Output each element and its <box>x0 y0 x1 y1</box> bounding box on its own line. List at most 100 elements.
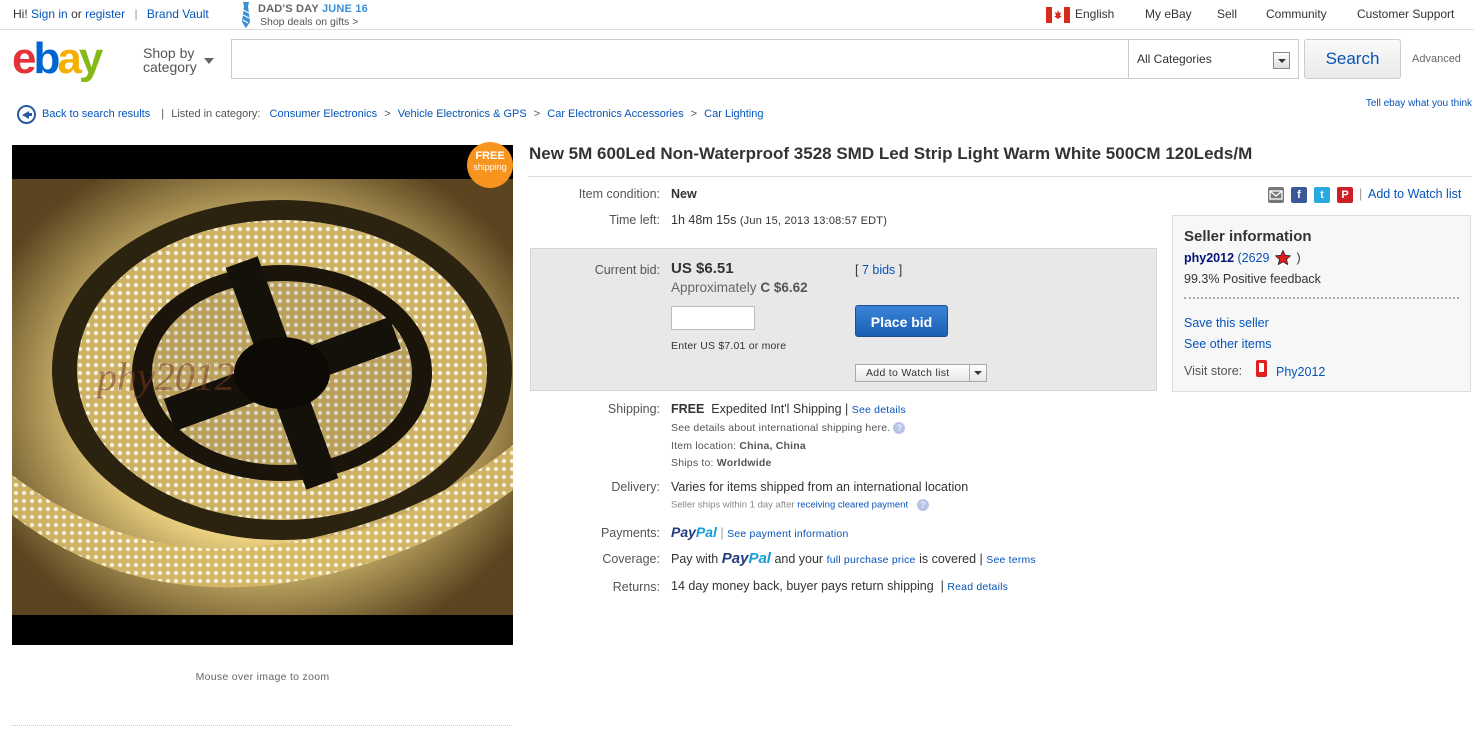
facebook-icon[interactable]: f <box>1291 187 1307 203</box>
category-select[interactable]: All Categories <box>1128 39 1299 79</box>
promo-subtitle: Shop deals on gifts > <box>260 16 359 28</box>
svg-text:ebay: ebay <box>12 35 104 83</box>
community-link[interactable]: Community <box>1266 7 1327 21</box>
shipping-details-link[interactable]: See details <box>852 404 906 416</box>
search-button[interactable]: Search <box>1304 39 1401 79</box>
back-to-results-link[interactable]: Back to search results <box>42 108 150 120</box>
breadcrumb-item-consumer-electronics[interactable]: Consumer Electronics <box>270 108 378 120</box>
image-watermark: phy2012 <box>94 354 235 399</box>
current-bid-label: Current bid: <box>594 263 660 277</box>
item-location-value: China, China <box>739 440 806 452</box>
greeting: Hi! Sign in or register | Brand Vault <box>13 7 209 21</box>
store-icon <box>1256 360 1267 377</box>
promo-title-text: DAD'S DAY <box>258 3 319 15</box>
paypal-logo-pal: Pal <box>695 524 717 540</box>
necktie-icon <box>242 2 250 28</box>
seller-name-link[interactable]: phy2012 <box>1184 251 1234 265</box>
led-strip-reel-image: phy2012 <box>12 145 513 645</box>
pinterest-icon[interactable]: P <box>1337 187 1353 203</box>
or-text: or <box>71 7 82 21</box>
product-image[interactable]: phy2012 <box>12 145 513 645</box>
back-arrow-icon[interactable] <box>17 105 36 124</box>
see-other-items-link[interactable]: See other items <box>1184 337 1272 351</box>
breadcrumb-row: Back to search results | Listed in categ… <box>42 108 764 120</box>
paypal-logo: PayPal <box>671 524 717 540</box>
listed-in-label: Listed in category: <box>171 108 261 120</box>
coverage-value: Pay with PayPal and your full purchase p… <box>671 550 1036 567</box>
sell-link[interactable]: Sell <box>1217 7 1237 21</box>
zoom-note: Mouse over image to zoom <box>195 671 330 683</box>
payment-info-link[interactable]: See payment information <box>727 528 848 540</box>
chevron-down-icon <box>204 58 214 64</box>
language-link[interactable]: English <box>1075 7 1114 21</box>
breadcrumb-item-car-electronics-accessories[interactable]: Car Electronics Accessories <box>547 108 683 120</box>
bid-amount-input[interactable] <box>671 306 755 330</box>
brand-vault-link[interactable]: Brand Vault <box>147 7 209 21</box>
paypal-logo-pay: Pay <box>671 524 696 540</box>
ships-to-label: Ships to: <box>671 457 714 469</box>
place-bid-button[interactable]: Place bid <box>855 305 948 337</box>
chevron-down-icon[interactable] <box>969 365 986 381</box>
is-covered-text: is covered | <box>919 552 983 566</box>
full-purchase-price-link[interactable]: full purchase price <box>827 554 916 566</box>
divider <box>1184 297 1459 299</box>
twitter-icon[interactable]: t <box>1314 187 1330 203</box>
feedback-link[interactable]: Tell ebay what you think <box>1366 98 1472 109</box>
breadcrumb-item-car-lighting[interactable]: Car Lighting <box>704 108 763 120</box>
current-bid-value: US $6.51 <box>671 260 734 277</box>
greeting-text: Hi! <box>13 7 28 21</box>
intl-shipping-text: See details about international shipping… <box>671 422 891 434</box>
returns-label: Returns: <box>612 580 660 594</box>
bid-history-link[interactable]: 7 bids <box>862 263 895 277</box>
end-time: (Jun 15, 2013 13:08:57 EDT) <box>739 215 888 227</box>
search-input[interactable] <box>231 39 1128 79</box>
item-location: Item location: China, China <box>671 440 806 452</box>
advanced-search-link[interactable]: Advanced <box>1412 53 1461 65</box>
pay-with-text: Pay with <box>671 552 719 566</box>
divider: | <box>1359 187 1363 201</box>
shipping-label: Shipping: <box>607 402 660 416</box>
help-icon[interactable]: ? <box>916 499 929 511</box>
seller-name-row: phy2012 (2629 ) <box>1184 249 1301 266</box>
email-icon[interactable] <box>1268 187 1284 203</box>
returns-details-link[interactable]: Read details <box>947 581 1008 593</box>
coverage-label: Coverage: <box>602 552 660 566</box>
item-location-label: Item location: <box>671 440 737 452</box>
add-to-watch-list-button[interactable]: Add to Watch list <box>855 364 987 382</box>
feedback-score-link[interactable]: (2629 <box>1238 251 1270 265</box>
dads-day-promo[interactable]: DAD'S DAY JUNE 16 Shop deals on gifts > <box>238 2 378 28</box>
cleared-payment-link[interactable]: receiving cleared payment <box>797 500 908 511</box>
divider <box>528 176 1472 177</box>
save-seller-link[interactable]: Save this seller <box>1184 316 1269 330</box>
sign-in-link[interactable]: Sign in <box>31 7 68 21</box>
ebay-logo[interactable]: ebay <box>12 35 130 85</box>
free-badge-line2: shipping <box>473 162 507 172</box>
customer-support-link[interactable]: Customer Support <box>1357 7 1454 21</box>
seller-info-panel: Seller information phy2012 (2629 ) 99.3%… <box>1172 215 1471 392</box>
see-terms-link[interactable]: See terms <box>986 554 1036 566</box>
shop-by-category[interactable]: Shop by category <box>143 46 214 75</box>
category-label: category <box>143 59 197 75</box>
store-link[interactable]: Phy2012 <box>1276 365 1325 379</box>
delivery-label: Delivery: <box>611 480 660 494</box>
returns-value: 14 day money back, buyer pays return shi… <box>671 579 1008 593</box>
delivery-value: Varies for items shipped from an interna… <box>671 480 969 494</box>
breadcrumb-item-vehicle-electronics[interactable]: Vehicle Electronics & GPS <box>398 108 527 120</box>
my-ebay-link[interactable]: My eBay <box>1145 7 1192 21</box>
returns-text: 14 day money back, buyer pays return shi… <box>671 579 934 593</box>
dropdown-arrow-icon <box>1273 52 1290 69</box>
approx-label: Approximately <box>671 280 757 295</box>
time-left-value: 1h 48m 15s <box>671 213 737 227</box>
seller-info-heading: Seller information <box>1184 228 1312 245</box>
help-icon[interactable]: ? <box>893 422 906 435</box>
payments-value: PayPal | See payment information <box>671 524 849 540</box>
enter-bid-note: Enter US $7.01 or more <box>671 340 787 352</box>
category-select-value: All Categories <box>1137 52 1212 66</box>
watch-button-label: Add to Watch list <box>866 367 950 379</box>
divider: | <box>720 526 724 540</box>
paypal-logo: PayPal <box>722 550 771 567</box>
condition-label: Item condition: <box>578 187 660 201</box>
add-to-watch-list-link[interactable]: Add to Watch list <box>1368 187 1461 201</box>
register-link[interactable]: register <box>85 7 125 21</box>
approx-value: C $6.62 <box>760 280 808 295</box>
